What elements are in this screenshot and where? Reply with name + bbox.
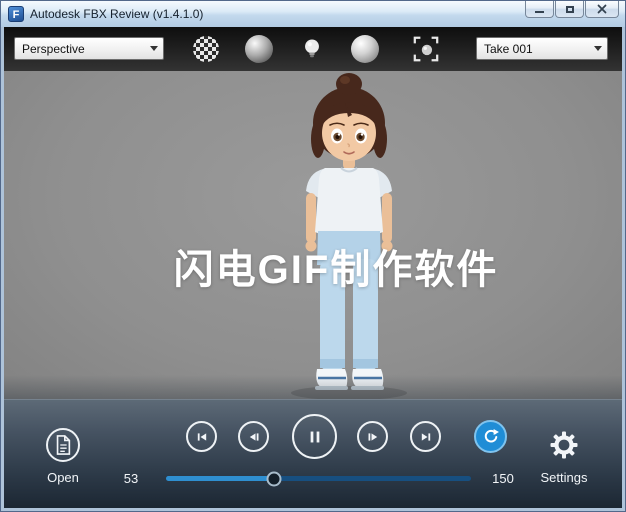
lightbulb-icon	[305, 39, 319, 58]
next-frame-icon	[368, 432, 377, 441]
viewport-3d[interactable]: 闪电GIF制作软件	[4, 71, 622, 399]
timeline-thumb[interactable]	[266, 471, 282, 486]
window-controls	[524, 1, 619, 18]
settings-label: Settings	[540, 470, 588, 485]
previous-frame-icon	[249, 432, 258, 441]
take-value: Take 001	[484, 41, 533, 56]
material-sphere-button[interactable]	[351, 35, 379, 63]
gear-icon	[550, 431, 578, 459]
toolbar: Perspective Take 001	[4, 27, 622, 71]
shaded-sphere-button[interactable]	[245, 35, 273, 63]
goto-end-button[interactable]	[410, 421, 441, 452]
fbx-review-window: F Autodesk FBX Review (v1.4.1.0) Perspec…	[0, 0, 626, 512]
app-icon: F	[8, 6, 24, 22]
chevron-down-icon	[145, 46, 163, 51]
lighting-button[interactable]	[298, 35, 326, 63]
open-file-icon	[56, 435, 71, 455]
goto-start-button[interactable]	[186, 421, 217, 452]
minimize-button[interactable]	[525, 1, 554, 18]
minimize-icon	[535, 10, 544, 13]
close-icon	[597, 4, 607, 14]
next-frame-button[interactable]	[357, 421, 388, 452]
current-frame-label: 53	[123, 471, 139, 486]
view-mode-value: Perspective	[22, 41, 85, 56]
open-button[interactable]	[46, 428, 80, 462]
close-button[interactable]	[585, 1, 619, 18]
previous-frame-button[interactable]	[238, 421, 269, 452]
frame-all-icon	[413, 36, 439, 62]
timeline-fill	[166, 476, 274, 481]
playback-bar: Open Settings 53 150	[4, 399, 622, 508]
checker-texture-icon	[193, 36, 219, 62]
watermark-text: 闪电GIF制作软件	[173, 248, 499, 292]
pause-icon	[310, 431, 319, 442]
take-dropdown[interactable]: Take 001	[476, 37, 608, 60]
chevron-down-icon	[589, 46, 607, 51]
checker-texture-button[interactable]	[192, 35, 220, 63]
timeline-slider[interactable]	[166, 471, 471, 486]
loop-button[interactable]	[474, 420, 507, 453]
frame-all-button[interactable]	[412, 35, 440, 63]
character-model	[291, 73, 407, 399]
view-mode-dropdown[interactable]: Perspective	[14, 37, 164, 60]
end-frame-label: 150	[492, 471, 514, 486]
settings-button[interactable]	[548, 429, 580, 461]
open-label: Open	[47, 470, 79, 485]
titlebar[interactable]: F Autodesk FBX Review (v1.4.1.0)	[1, 1, 625, 27]
maximize-button[interactable]	[555, 1, 584, 18]
window-title: Autodesk FBX Review (v1.4.1.0)	[30, 7, 204, 21]
pause-button[interactable]	[292, 414, 337, 459]
maximize-icon	[565, 5, 574, 13]
goto-end-icon	[421, 432, 430, 441]
loop-refresh-icon	[484, 428, 499, 442]
goto-start-icon	[197, 432, 206, 441]
viewport-bottom-fade	[4, 375, 622, 399]
